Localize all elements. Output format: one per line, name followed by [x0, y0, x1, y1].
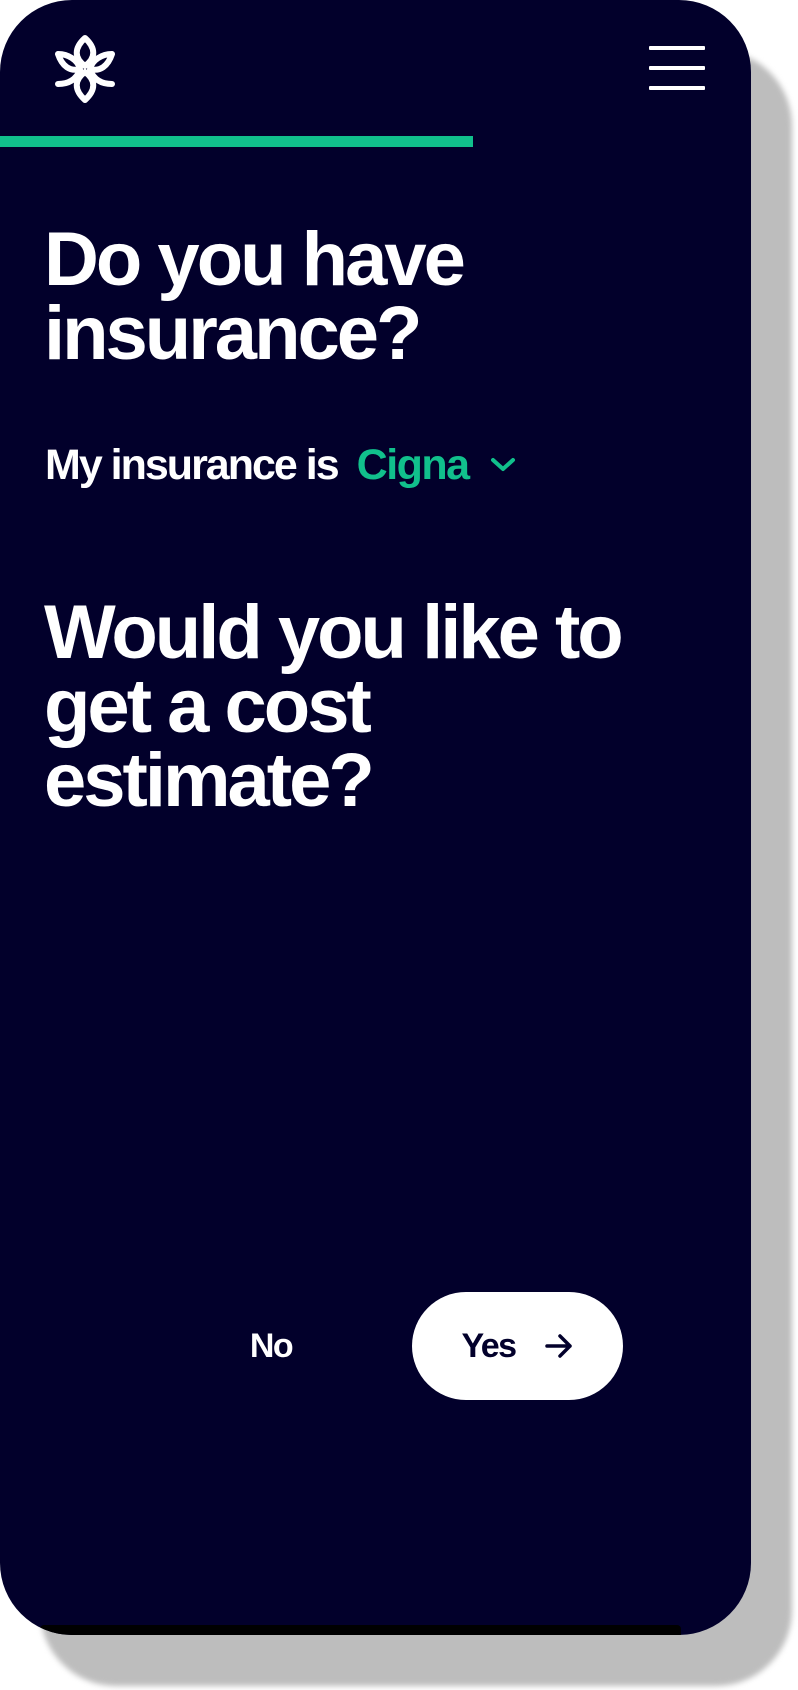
cost-estimate-question-heading: Would you like to get a cost estimate? — [44, 590, 624, 823]
progress-fill — [0, 136, 473, 147]
insurance-label: My insurance is — [45, 440, 340, 489]
insurance-selector-row: My insurance is Cigna — [45, 437, 517, 493]
progress-bar — [0, 136, 751, 147]
chevron-down-icon — [490, 458, 515, 471]
yes-button[interactable]: Yes — [412, 1292, 623, 1400]
menu-line — [649, 66, 705, 70]
no-button[interactable]: No — [230, 1318, 312, 1374]
lotus-flower-icon[interactable] — [54, 34, 116, 104]
arrow-right-icon — [544, 1334, 572, 1358]
menu-line — [649, 86, 705, 90]
screen-bottom-edge — [40, 1625, 681, 1635]
insurance-selected-value: Cigna — [356, 440, 470, 489]
hamburger-menu-icon[interactable] — [649, 46, 705, 94]
menu-line — [649, 46, 705, 50]
insurance-question-heading: Do you have insurance? — [44, 217, 466, 376]
app-screen: Do you have insurance? My insurance is C… — [0, 0, 751, 1635]
insurance-dropdown[interactable]: Cigna — [357, 441, 517, 490]
yes-button-label: Yes — [461, 1326, 517, 1365]
